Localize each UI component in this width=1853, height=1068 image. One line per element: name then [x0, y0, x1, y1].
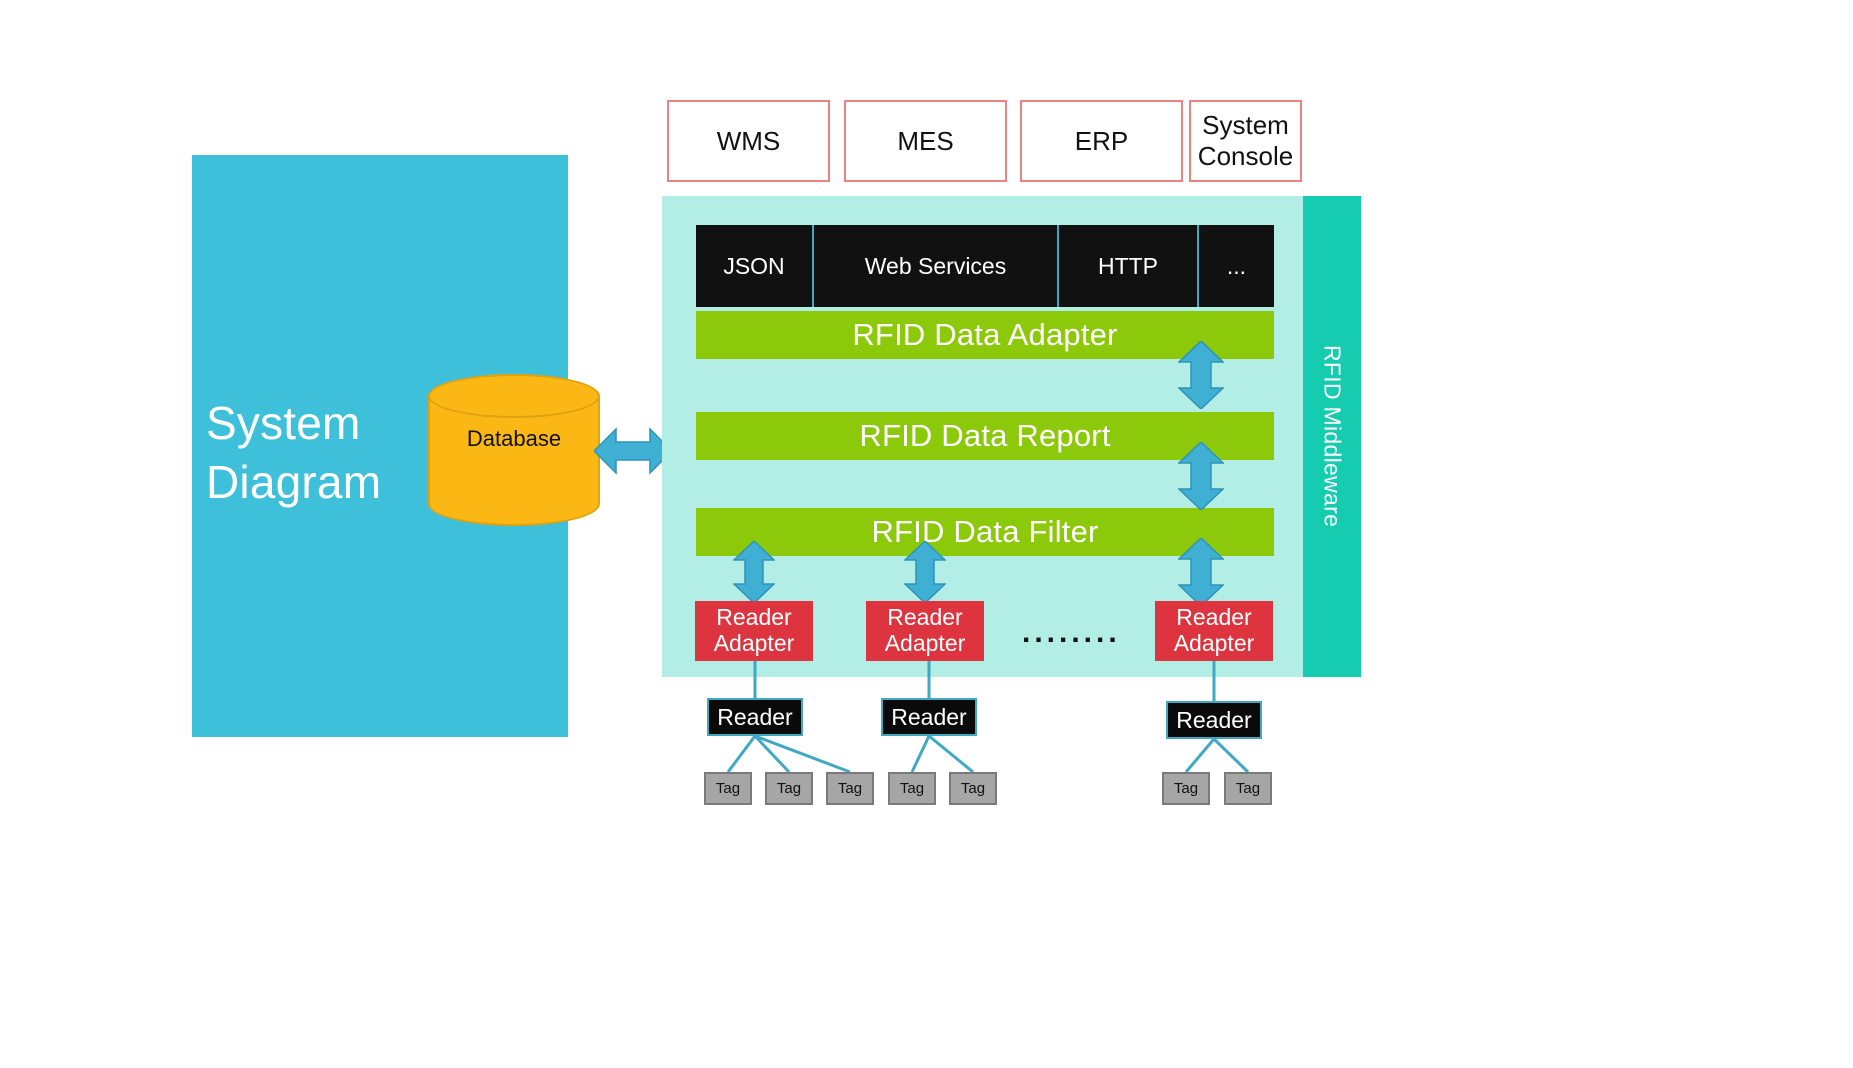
tag-label: Tag	[899, 780, 925, 797]
system-box-label: System Console	[1197, 110, 1294, 171]
protocol-label: ...	[1226, 252, 1247, 279]
reader-adapter-label: Reader Adapter	[884, 604, 966, 656]
reader-2[interactable]: Reader	[881, 698, 977, 736]
adapter-report-double-arrow-icon	[1177, 339, 1225, 411]
db-middleware-double-arrow-icon	[592, 425, 674, 477]
layer-label: RFID Data Adapter	[852, 317, 1118, 352]
reader-label: Reader	[1176, 706, 1252, 733]
system-box-label: ERP	[1074, 125, 1129, 156]
reader-label: Reader	[891, 703, 967, 730]
filter-reader-adapter-1-double-arrow-icon	[732, 539, 776, 605]
filter-reader-adapter-double-arrow-icon	[1177, 536, 1225, 608]
reader-adapter-ellipsis: ........	[1022, 616, 1121, 649]
protocol-cell-web-services[interactable]: Web Services	[814, 225, 1059, 307]
tag-label: Tag	[837, 780, 863, 797]
report-filter-double-arrow-icon	[1177, 440, 1225, 512]
database-cylinder: Database	[428, 374, 600, 526]
reader-adapter-2[interactable]: Reader Adapter	[866, 601, 984, 661]
tag[interactable]: Tag	[826, 772, 874, 805]
filter-reader-adapter-2-double-arrow-icon	[903, 539, 947, 605]
tag[interactable]: Tag	[765, 772, 813, 805]
protocol-cell-more[interactable]: ...	[1199, 225, 1274, 307]
protocol-cell-json[interactable]: JSON	[696, 225, 814, 307]
tag-label: Tag	[960, 780, 986, 797]
reader-adapter-label: Reader Adapter	[1173, 604, 1255, 656]
protocol-cell-http[interactable]: HTTP	[1059, 225, 1199, 307]
system-box-label: WMS	[716, 125, 781, 156]
system-box-erp[interactable]: ERP	[1020, 100, 1183, 182]
tag[interactable]: Tag	[704, 772, 752, 805]
protocol-label: HTTP	[1097, 252, 1159, 279]
tag-label: Tag	[776, 780, 802, 797]
system-box-system-console[interactable]: System Console	[1189, 100, 1302, 182]
system-box-wms[interactable]: WMS	[667, 100, 830, 182]
rfid-middleware-label: RFID Middleware	[1319, 345, 1346, 528]
protocol-label: JSON	[723, 252, 785, 279]
reader-label: Reader	[717, 703, 793, 730]
layer-label: RFID Data Report	[859, 418, 1111, 453]
tag[interactable]: Tag	[1224, 772, 1272, 805]
tag[interactable]: Tag	[888, 772, 936, 805]
tag-label: Tag	[1235, 780, 1261, 797]
system-box-mes[interactable]: MES	[844, 100, 1007, 182]
database-label: Database	[466, 426, 562, 451]
database-cylinder-top	[428, 374, 600, 418]
system-diagram-canvas: System Diagram Database WMS MES ERP Syst…	[0, 0, 1853, 1068]
system-box-label: MES	[897, 125, 954, 156]
rfid-middleware-sidebar-label-wrap: RFID Middleware	[1303, 196, 1361, 677]
reader-adapter-1[interactable]: Reader Adapter	[695, 601, 813, 661]
tag[interactable]: Tag	[1162, 772, 1210, 805]
reader-adapter-label: Reader Adapter	[713, 604, 795, 656]
reader-1[interactable]: Reader	[707, 698, 803, 736]
tag[interactable]: Tag	[949, 772, 997, 805]
tag-label: Tag	[715, 780, 741, 797]
reader-3[interactable]: Reader	[1166, 701, 1262, 739]
protocol-bar: JSON Web Services HTTP ...	[696, 225, 1274, 307]
tag-label: Tag	[1173, 780, 1199, 797]
protocol-label: Web Services	[864, 252, 1007, 279]
reader-adapter-3[interactable]: Reader Adapter	[1155, 601, 1273, 661]
